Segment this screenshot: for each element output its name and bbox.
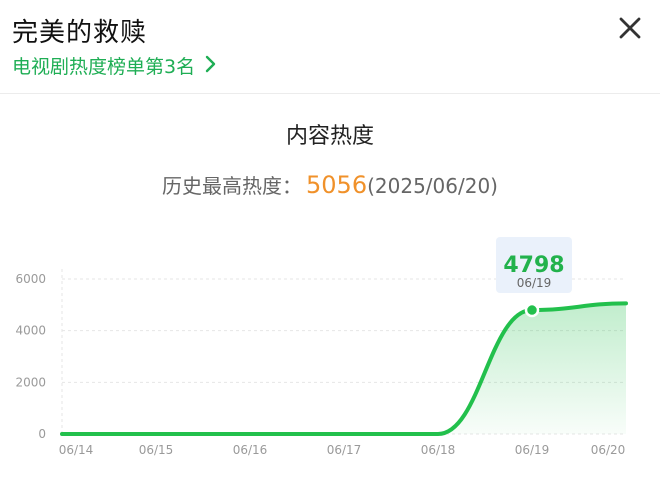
x-tick-label: 06/19	[515, 443, 550, 457]
y-axis: 0 2000 4000 6000	[15, 272, 46, 441]
y-tick-label: 4000	[15, 324, 46, 338]
x-axis: 06/14 06/15 06/16 06/17 06/18 06/19 06/20	[59, 443, 626, 457]
peak-value: 5056	[306, 171, 368, 199]
rank-link-label: 电视剧热度榜单第3名	[12, 56, 196, 78]
x-tick-label: 06/16	[233, 443, 268, 457]
x-tick-label: 06/20	[591, 443, 626, 457]
series-area	[62, 303, 626, 434]
y-tick-label: 6000	[15, 272, 46, 286]
tooltip: 4798 06/19	[496, 237, 572, 293]
rank-link[interactable]: 电视剧热度榜单第3名	[12, 52, 217, 79]
tooltip-value: 4798	[503, 253, 564, 278]
x-tick-label: 06/15	[139, 443, 174, 457]
peak-label: 历史最高热度：	[162, 174, 303, 198]
chevron-right-icon	[205, 55, 217, 76]
section-title: 内容热度	[285, 124, 374, 149]
highlight-point[interactable]	[524, 302, 540, 318]
show-title: 完美的救赎	[12, 18, 148, 48]
tooltip-date: 06/19	[517, 276, 552, 290]
x-tick-label: 06/14	[59, 443, 94, 457]
peak-date: (2025/06/20)	[367, 174, 498, 198]
x-tick-label: 06/18	[421, 443, 456, 457]
heat-chart: 0200040006000 06/14 06/15 06/16 06/17 06/18 0…	[15, 237, 628, 457]
header: 完美的救赎 电视剧热度榜单第3名	[0, 0, 660, 92]
x-tick-label: 06/17	[327, 443, 362, 457]
y-tick-label: 0	[38, 427, 46, 441]
y-tick-label: 2000	[15, 375, 46, 389]
close-icon[interactable]	[614, 12, 646, 44]
peak-summary: 历史最高热度： 5056(2025/06/20)	[0, 170, 660, 199]
divider	[0, 93, 660, 94]
